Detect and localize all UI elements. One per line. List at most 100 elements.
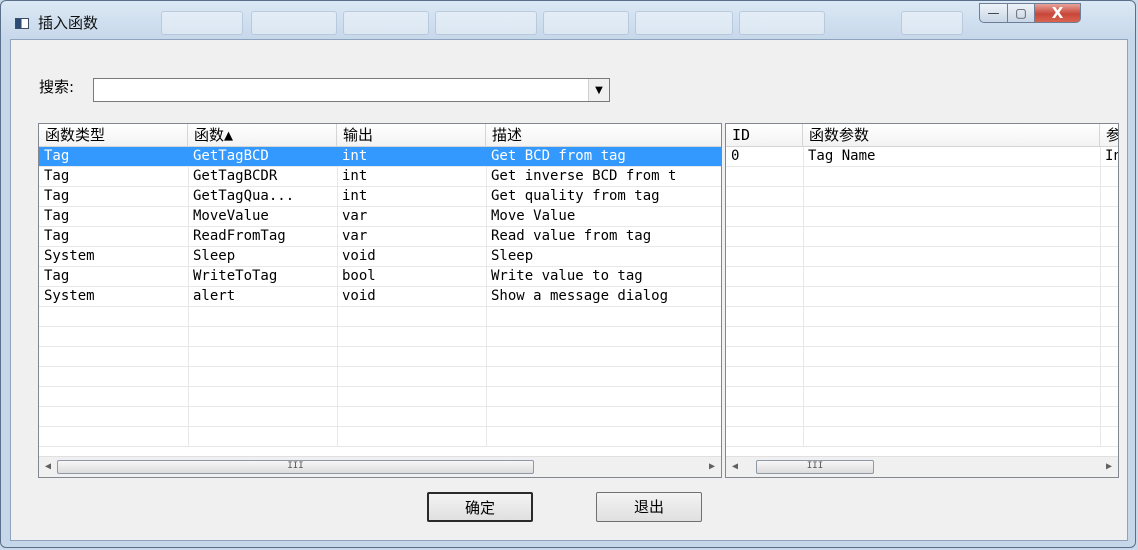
dropdown-arrow-icon[interactable]: ▼ <box>588 79 609 101</box>
background-tab-blur <box>161 11 243 35</box>
cell-param: Tag Name <box>808 148 876 164</box>
cell-desc: Move Value <box>491 208 576 224</box>
cell-type: Tag <box>44 268 70 284</box>
search-label: 搜索: <box>39 78 75 96</box>
table-row <box>726 207 1118 227</box>
table-row <box>726 247 1118 267</box>
column-header-description[interactable]: 描述 <box>486 124 721 146</box>
parameter-list[interactable]: ID 函数参数 参 0 Tag Name In ◀ III ▶ <box>725 123 1119 478</box>
cell-desc: Get inverse BCD from t <box>491 168 677 184</box>
background-tab-blur <box>435 11 537 35</box>
title-bar[interactable]: 插入函数 — ▢ X <box>1 1 1135 39</box>
table-row <box>39 427 721 447</box>
table-row[interactable]: System Sleep void Sleep <box>39 247 721 267</box>
caption-buttons: — ▢ X <box>979 3 1131 25</box>
scroll-right-arrow-icon[interactable]: ▶ <box>1100 457 1118 477</box>
table-row <box>39 347 721 367</box>
background-tab-blur <box>901 11 963 35</box>
cell-type: Tag <box>44 148 70 164</box>
table-row <box>39 367 721 387</box>
background-tab-blur <box>739 11 825 35</box>
cell-type: System <box>44 248 95 264</box>
cell-output: int <box>342 168 368 184</box>
cell-name: GetTagBCDR <box>193 168 278 184</box>
cell-name: ReadFromTag <box>193 228 286 244</box>
function-list-header: 函数类型 函数▲ 输出 描述 <box>39 124 721 147</box>
scroll-left-arrow-icon[interactable]: ◀ <box>39 457 57 477</box>
background-tab-blur <box>635 11 733 35</box>
search-input[interactable] <box>94 79 588 101</box>
cell-desc: Show a message dialog <box>491 288 669 304</box>
ok-button[interactable]: 确定 <box>427 492 533 522</box>
cell-output: void <box>342 288 376 304</box>
cell-extra: In <box>1105 148 1118 164</box>
cell-name: alert <box>193 288 236 304</box>
column-header-type[interactable]: 函数类型 <box>39 124 188 146</box>
table-row[interactable]: Tag MoveValue var Move Value <box>39 207 721 227</box>
table-row[interactable]: 0 Tag Name In <box>726 147 1118 167</box>
table-row <box>39 307 721 327</box>
cell-name: MoveValue <box>193 208 269 224</box>
table-row <box>726 287 1118 307</box>
insert-function-dialog: 插入函数 — ▢ X 搜索: ▼ 函数类型 函数▲ 输出 描述 Tag GetTa… <box>0 0 1136 548</box>
background-tab-blur <box>543 11 629 35</box>
table-row[interactable]: Tag GetTagQua... int Get quality from tag <box>39 187 721 207</box>
table-row <box>726 167 1118 187</box>
window-app-icon <box>15 18 29 29</box>
cell-output: var <box>342 228 368 244</box>
table-row[interactable]: System alert void Show a message dialog <box>39 287 721 307</box>
close-button[interactable]: X <box>1034 3 1081 23</box>
scrollbar-thumb[interactable]: III <box>756 460 874 474</box>
column-header-parameter[interactable]: 函数参数 <box>803 124 1100 146</box>
cell-name: GetTagBCD <box>193 148 269 164</box>
table-row <box>726 187 1118 207</box>
cell-desc: Get BCD from tag <box>491 148 626 164</box>
cell-desc: Write value to tag <box>491 268 643 284</box>
table-row <box>726 367 1118 387</box>
cell-type: Tag <box>44 168 70 184</box>
table-row[interactable]: Tag GetTagBCD int Get BCD from tag <box>39 147 721 167</box>
scrollbar-thumb[interactable]: III <box>57 460 534 474</box>
table-row <box>39 407 721 427</box>
column-header-id[interactable]: ID <box>726 124 803 146</box>
cell-type: Tag <box>44 228 70 244</box>
column-header-output[interactable]: 输出 <box>337 124 486 146</box>
column-header-function[interactable]: 函数▲ <box>188 124 337 146</box>
cell-desc: Sleep <box>491 248 534 264</box>
column-header-param-extra[interactable]: 参 <box>1100 124 1118 146</box>
table-row <box>39 327 721 347</box>
table-row <box>726 307 1118 327</box>
cell-type: Tag <box>44 208 70 224</box>
table-row[interactable]: Tag GetTagBCDR int Get inverse BCD from t <box>39 167 721 187</box>
dialog-client-area: 搜索: ▼ 函数类型 函数▲ 输出 描述 Tag GetTagBCD int Get … <box>10 39 1128 541</box>
table-row <box>726 427 1118 447</box>
maximize-button[interactable]: ▢ <box>1007 3 1035 23</box>
table-row[interactable]: Tag WriteToTag bool Write value to tag <box>39 267 721 287</box>
table-row <box>726 327 1118 347</box>
cell-output: void <box>342 248 376 264</box>
cell-output: int <box>342 188 368 204</box>
exit-button[interactable]: 退出 <box>596 492 702 522</box>
function-list-hscrollbar[interactable]: ◀ III ▶ <box>39 456 721 477</box>
scroll-left-arrow-icon[interactable]: ◀ <box>726 457 744 477</box>
parameter-list-header: ID 函数参数 参 <box>726 124 1118 147</box>
minimize-button[interactable]: — <box>979 3 1008 23</box>
parameter-list-hscrollbar[interactable]: ◀ III ▶ <box>726 456 1118 477</box>
cell-output: int <box>342 148 368 164</box>
cell-desc: Get quality from tag <box>491 188 660 204</box>
table-row <box>726 407 1118 427</box>
scroll-right-arrow-icon[interactable]: ▶ <box>703 457 721 477</box>
cell-desc: Read value from tag <box>491 228 652 244</box>
cell-name: GetTagQua... <box>193 188 295 204</box>
function-list[interactable]: 函数类型 函数▲ 输出 描述 Tag GetTagBCD int Get BCD fr… <box>38 123 722 478</box>
cell-output: bool <box>342 268 376 284</box>
search-combobox[interactable]: ▼ <box>93 78 610 102</box>
table-row <box>726 347 1118 367</box>
cell-type: System <box>44 288 95 304</box>
table-row <box>726 267 1118 287</box>
table-row[interactable]: Tag ReadFromTag var Read value from tag <box>39 227 721 247</box>
cell-output: var <box>342 208 368 224</box>
background-tab-blur <box>343 11 429 35</box>
window-title: 插入函数 <box>38 14 99 32</box>
table-row <box>726 387 1118 407</box>
